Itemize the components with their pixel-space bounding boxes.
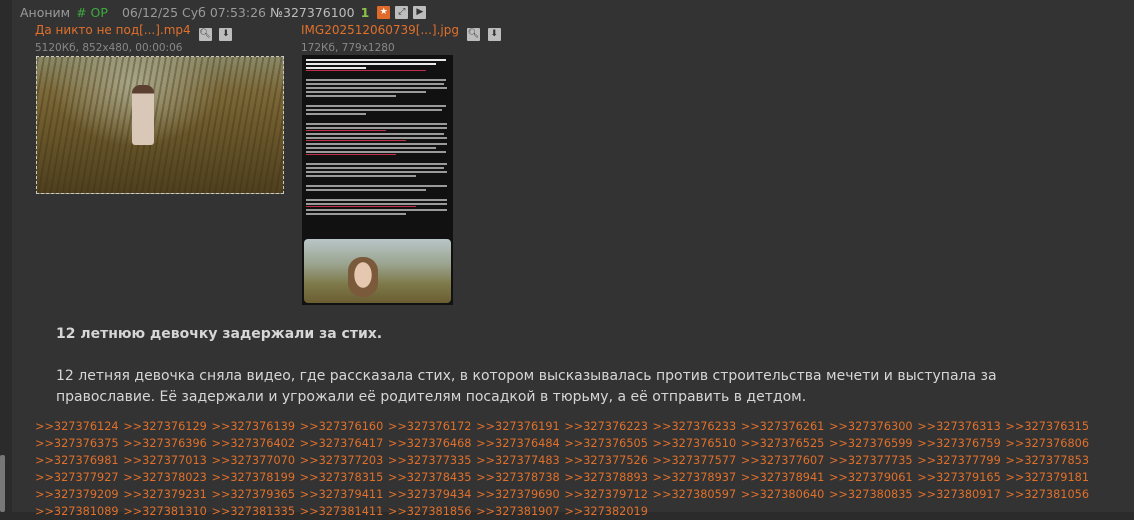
- search-icon[interactable]: 🔍︎: [466, 27, 480, 41]
- post-header: Аноним # OP 06/12/25 Суб 07:53:26 №32737…: [20, 4, 427, 20]
- reply-link[interactable]: >>327377203: [300, 454, 384, 467]
- reply-link[interactable]: >>327378941: [741, 471, 825, 484]
- file-1-meta: 5120Кб, 852x480, 00:00:06: [35, 42, 183, 54]
- reply-link[interactable]: >>327376525: [741, 437, 825, 450]
- play-icon[interactable]: ▶: [413, 5, 427, 19]
- reply-link[interactable]: >>327379434: [388, 488, 472, 501]
- reply-link[interactable]: >>327380835: [829, 488, 913, 501]
- reply-link[interactable]: >>327377577: [653, 454, 737, 467]
- reply-link[interactable]: >>327376191: [476, 420, 560, 433]
- post-number-link[interactable]: №327376100: [270, 5, 355, 20]
- file-1-name-link[interactable]: Да никто не под[...].mp4: [35, 23, 191, 37]
- search-icon[interactable]: 🔍︎: [198, 27, 212, 41]
- post-counter: 1: [360, 4, 370, 20]
- reply-link[interactable]: >>327379209: [35, 488, 119, 501]
- file-2-meta: 172Кб, 779x1280: [301, 42, 395, 54]
- reply-link[interactable]: >>327379181: [1005, 471, 1089, 484]
- reply-link[interactable]: >>327376160: [300, 420, 384, 433]
- reply-link[interactable]: >>327379231: [123, 488, 207, 501]
- poster-name: Аноним: [20, 4, 71, 20]
- reply-link[interactable]: >>327378315: [300, 471, 384, 484]
- reply-link[interactable]: >>327376396: [123, 437, 207, 450]
- post-subject: 12 летнюю девочку задержали за стих.: [56, 326, 383, 342]
- reply-link[interactable]: >>327378023: [123, 471, 207, 484]
- reply-link[interactable]: >>327377013: [123, 454, 207, 467]
- reply-link[interactable]: >>327376468: [388, 437, 472, 450]
- file-1-header: Да никто не под[...].mp4 🔍︎ ⬇: [35, 23, 233, 41]
- reply-link[interactable]: >>327377799: [917, 454, 1001, 467]
- reply-link[interactable]: >>327380917: [917, 488, 1001, 501]
- expand-icon[interactable]: ⤢: [395, 5, 409, 19]
- reply-link[interactable]: >>327376484: [476, 437, 560, 450]
- reply-link[interactable]: >>327376505: [564, 437, 648, 450]
- reply-link[interactable]: >>327379690: [476, 488, 560, 501]
- reply-link[interactable]: >>327379712: [564, 488, 648, 501]
- reply-link[interactable]: >>327376375: [35, 437, 119, 450]
- reply-link[interactable]: >>327377335: [388, 454, 472, 467]
- reply-link[interactable]: >>327376172: [388, 420, 472, 433]
- reply-link[interactable]: >>327376261: [741, 420, 825, 433]
- reply-link[interactable]: >>327379061: [829, 471, 913, 484]
- reply-link[interactable]: >>327379165: [917, 471, 1001, 484]
- reply-link[interactable]: >>327378435: [388, 471, 472, 484]
- reply-link[interactable]: >>327378937: [653, 471, 737, 484]
- file-2-header: IMG202512060739[...].jpg 🔍︎ ⬇: [301, 23, 501, 41]
- star-icon[interactable]: ★: [377, 5, 391, 19]
- reply-link[interactable]: >>327378738: [476, 471, 560, 484]
- reply-link[interactable]: >>327378199: [211, 471, 295, 484]
- reply-link[interactable]: >>327380640: [741, 488, 825, 501]
- reply-link[interactable]: >>327380597: [653, 488, 737, 501]
- reply-link[interactable]: >>327378893: [564, 471, 648, 484]
- reply-link[interactable]: >>327376981: [35, 454, 119, 467]
- reply-link[interactable]: >>327377070: [211, 454, 295, 467]
- reply-link[interactable]: >>327377483: [476, 454, 560, 467]
- reply-link[interactable]: >>327376599: [829, 437, 913, 450]
- video-thumbnail[interactable]: [36, 56, 284, 194]
- reply-link[interactable]: >>327376402: [211, 437, 295, 450]
- reply-link[interactable]: >>327376223: [564, 420, 648, 433]
- replies-list: >>327376124 >>327376129 >>327376139 >>32…: [35, 418, 1134, 520]
- reply-link[interactable]: >>327377735: [829, 454, 913, 467]
- download-icon[interactable]: ⬇: [487, 27, 501, 41]
- reply-link[interactable]: >>327377853: [1005, 454, 1089, 467]
- reply-link[interactable]: >>327376510: [653, 437, 737, 450]
- reply-link[interactable]: >>327376315: [1005, 420, 1089, 433]
- reply-link[interactable]: >>327376759: [917, 437, 1001, 450]
- post-body: 12 летняя девочка сняла видео, где расск…: [56, 368, 997, 405]
- reply-link[interactable]: >>327379365: [211, 488, 295, 501]
- download-icon[interactable]: ⬇: [219, 27, 233, 41]
- reply-link[interactable]: >>327376129: [123, 420, 207, 433]
- reply-link[interactable]: >>327377927: [35, 471, 119, 484]
- reply-link[interactable]: >>327376417: [300, 437, 384, 450]
- image-thumbnail[interactable]: [302, 55, 453, 305]
- reply-link[interactable]: >>327379411: [300, 488, 384, 501]
- reply-link[interactable]: >>327376313: [917, 420, 1001, 433]
- reply-link[interactable]: >>327376139: [211, 420, 295, 433]
- reply-link[interactable]: >>327376233: [653, 420, 737, 433]
- thread-post: Аноним # OP 06/12/25 Суб 07:53:26 №32737…: [12, 0, 1134, 518]
- op-marker: # OP: [76, 4, 108, 20]
- reply-link[interactable]: >>327377607: [741, 454, 825, 467]
- file-2-name-link[interactable]: IMG202512060739[...].jpg: [301, 23, 459, 37]
- scrollbar[interactable]: [0, 455, 5, 512]
- reply-link[interactable]: >>327377526: [564, 454, 648, 467]
- reply-link[interactable]: >>327376806: [1005, 437, 1089, 450]
- reply-link[interactable]: >>327376124: [35, 420, 119, 433]
- reply-link[interactable]: >>327381056: [1005, 488, 1089, 501]
- article-photo: [304, 239, 451, 303]
- post-date: 06/12/25 Суб 07:53:26: [121, 4, 266, 20]
- reply-link[interactable]: >>327376300: [829, 420, 913, 433]
